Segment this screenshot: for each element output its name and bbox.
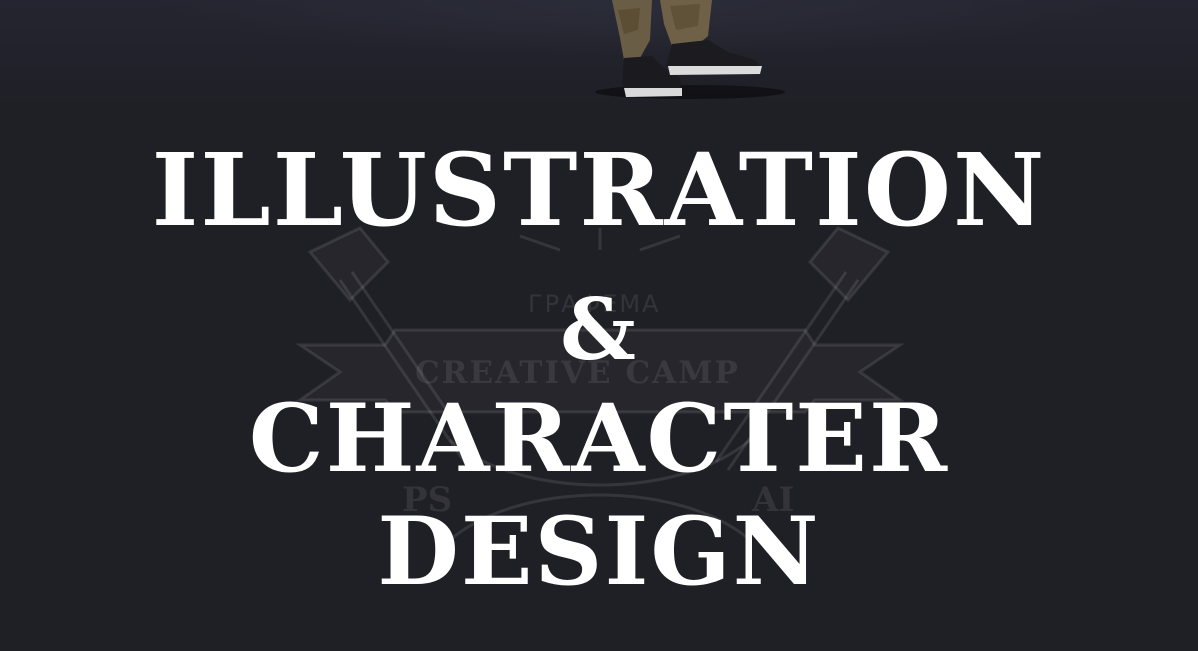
headline-design: DESIGN [377, 497, 821, 607]
headline-illustration: ILLUSTRATION [151, 131, 1047, 249]
headline-character: CHARACTER [248, 384, 950, 494]
headline-ampersand: & [560, 280, 638, 379]
